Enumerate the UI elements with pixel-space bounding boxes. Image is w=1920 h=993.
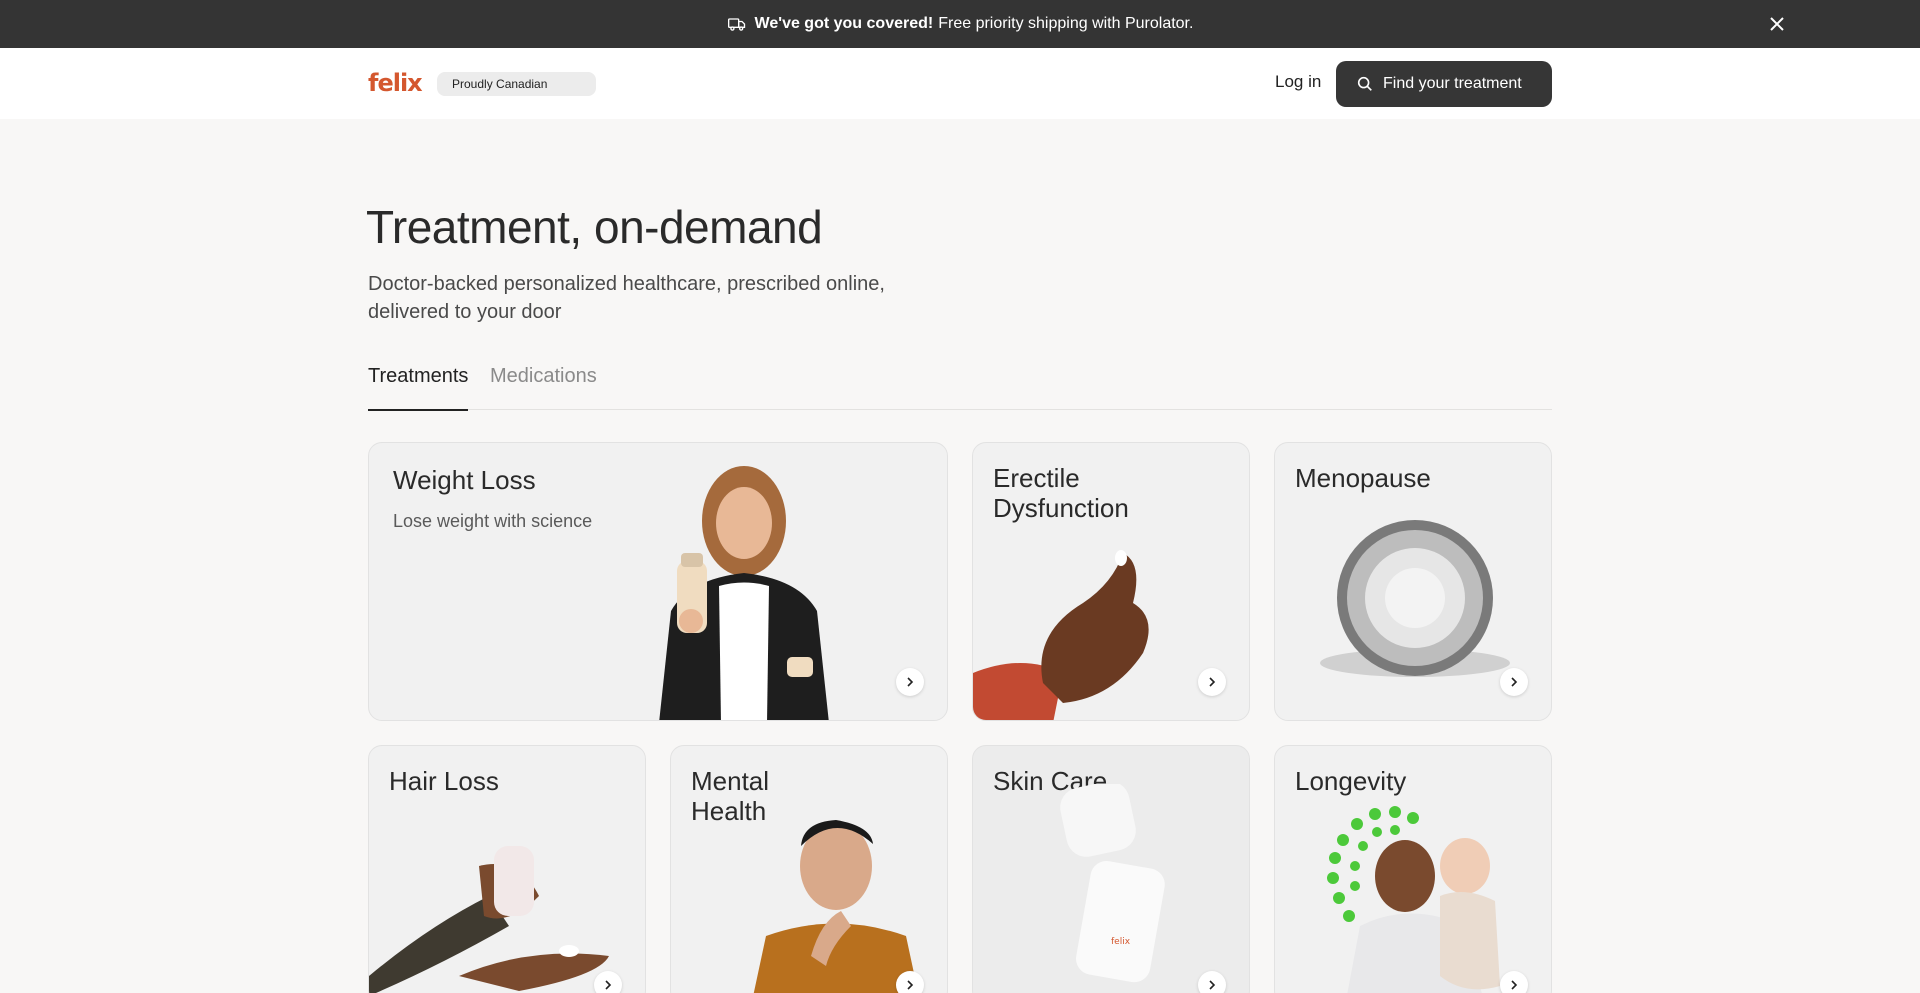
pill-dispenser-image — [1320, 520, 1510, 677]
card-mental-health[interactable]: Mental Health — [670, 745, 948, 993]
man-thinking-image — [753, 820, 919, 993]
chevron-right-icon[interactable] — [594, 971, 622, 993]
chevron-right-icon[interactable] — [1500, 668, 1528, 696]
card-title: Menopause — [1295, 463, 1431, 493]
chevron-right-icon[interactable] — [896, 971, 924, 993]
skincare-jar-image: felix — [1060, 784, 1165, 983]
card-hair-loss[interactable]: Hair Loss — [368, 745, 646, 993]
proudly-canadian-badge: Proudly Canadian — [437, 72, 596, 96]
tab-bar: Treatments Medications — [368, 362, 1552, 411]
close-icon[interactable] — [1766, 13, 1788, 35]
announcement-text: Free priority shipping with Purolator. — [938, 15, 1194, 32]
card-menopause[interactable]: Menopause — [1274, 442, 1552, 721]
card-title: Weight Loss — [393, 465, 536, 495]
chevron-right-icon[interactable] — [1500, 971, 1528, 993]
chevron-right-icon[interactable] — [1198, 668, 1226, 696]
page-title: Treatment, on-demand — [366, 201, 823, 253]
father-and-baby-image — [1327, 806, 1500, 993]
svg-text:felix: felix — [1111, 937, 1131, 947]
card-title: Hair Loss — [389, 766, 499, 796]
hand-holding-pill-image — [973, 550, 1149, 720]
chevron-right-icon[interactable] — [896, 668, 924, 696]
truck-icon — [727, 14, 747, 34]
card-longevity[interactable]: Longevity — [1274, 745, 1552, 993]
card-title: Erectile Dysfunction — [993, 463, 1129, 523]
woman-with-bottle-image — [659, 466, 829, 720]
chevron-right-icon[interactable] — [1198, 971, 1226, 993]
card-skin-care[interactable]: Skin Care felix — [972, 745, 1250, 993]
tab-treatments[interactable]: Treatments — [368, 365, 469, 411]
felix-logo[interactable]: felix — [368, 69, 423, 97]
find-treatment-button[interactable]: Find your treatment — [1336, 61, 1552, 107]
page-subtitle: Doctor-backed personalized healthcare, p… — [368, 273, 885, 323]
announcement-bar: We've got you covered! Free priority shi… — [0, 0, 1920, 48]
login-link[interactable]: Log in — [1275, 72, 1321, 92]
card-weight-loss[interactable]: Weight Loss Lose weight with science — [368, 442, 948, 721]
site-header: felix Proudly Canadian Log in Find your … — [0, 48, 1920, 119]
find-treatment-label: Find your treatment — [1383, 75, 1522, 92]
tab-medications[interactable]: Medications — [490, 365, 597, 388]
card-subtitle: Lose weight with science — [393, 511, 593, 531]
card-erectile-dysfunction[interactable]: Erectile Dysfunction — [972, 442, 1250, 721]
search-icon — [1356, 75, 1374, 93]
hand-with-foam-image — [369, 846, 609, 993]
announcement-bold: We've got you covered! — [754, 15, 934, 32]
card-title: Longevity — [1295, 766, 1407, 796]
